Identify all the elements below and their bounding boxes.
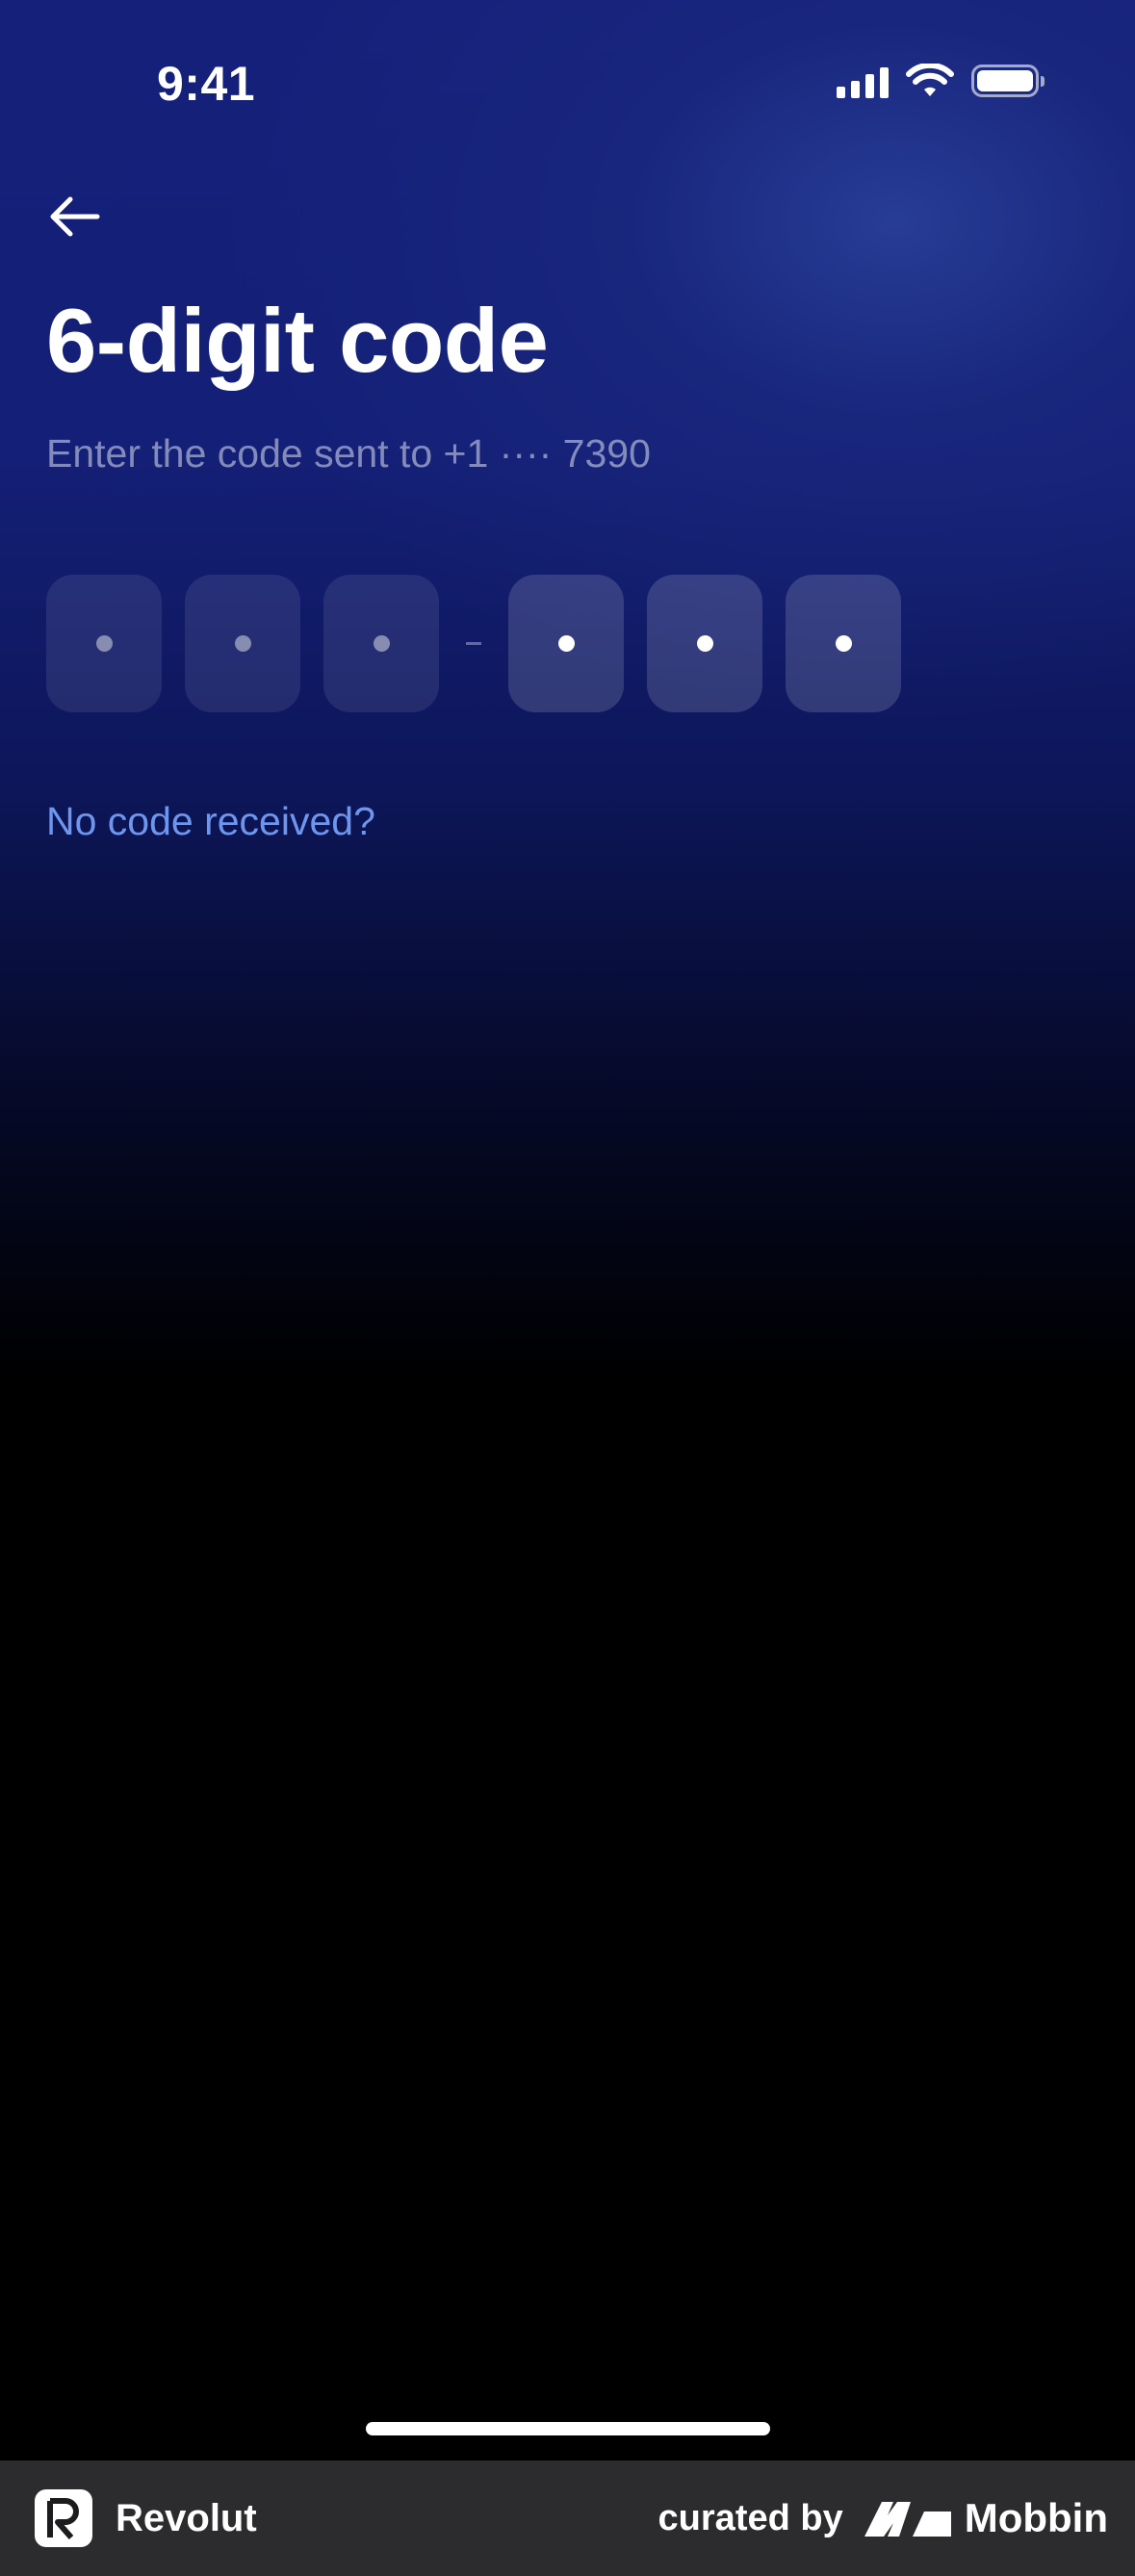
code-digit-1[interactable] [46, 575, 162, 712]
filled-dot [557, 635, 575, 652]
mobbin-brand: Mobbin [864, 2495, 1108, 2541]
code-input[interactable] [46, 575, 924, 712]
empty-dot [95, 635, 113, 652]
arrow-left-icon [50, 196, 100, 237]
footer-app: Revolut [35, 2489, 257, 2547]
cellular-signal-icon [837, 64, 889, 98]
code-digit-2[interactable] [185, 575, 300, 712]
subtitle: Enter the code sent to +1 ···· 7390 [46, 431, 651, 476]
no-code-received-link[interactable]: No code received? [46, 799, 375, 844]
mobbin-logo-icon [864, 2502, 951, 2537]
footer-bar: Revolut curated by Mobbin [0, 2460, 1135, 2576]
brand-name: Mobbin [964, 2495, 1108, 2540]
battery-icon [971, 64, 1045, 97]
code-digit-3[interactable] [323, 575, 439, 712]
filled-dot [835, 635, 852, 652]
filled-dot [696, 635, 713, 652]
page-title: 6-digit code [46, 290, 549, 391]
revolut-logo-icon [35, 2489, 92, 2547]
footer-credit: curated by Mobbin [658, 2495, 1108, 2541]
back-button[interactable] [40, 183, 108, 250]
code-digit-5[interactable] [647, 575, 762, 712]
status-time: 9:41 [157, 57, 256, 111]
home-indicator[interactable] [366, 2422, 770, 2435]
code-digit-4[interactable] [508, 575, 624, 712]
wifi-icon [906, 64, 954, 96]
curated-by-label: curated by [658, 2497, 843, 2538]
status-icons [837, 64, 1045, 98]
empty-dot [234, 635, 251, 652]
app-name: Revolut [116, 2496, 257, 2539]
empty-dot [373, 635, 390, 652]
app-screen: 9:41 6-digit code Enter the code sent to… [0, 0, 1135, 2460]
code-digit-6[interactable] [786, 575, 901, 712]
code-group-separator [466, 642, 481, 645]
